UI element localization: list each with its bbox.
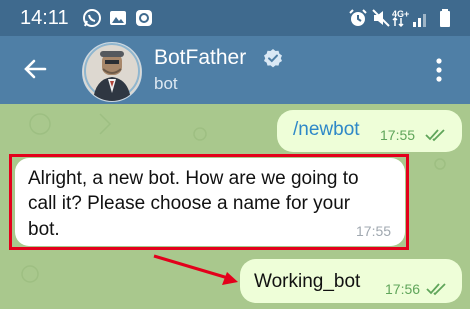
message-text: /newbot bbox=[293, 119, 360, 140]
message-outgoing[interactable]: Working_bot 17:56 bbox=[240, 259, 462, 303]
back-arrow-icon[interactable] bbox=[22, 56, 48, 82]
double-check-icon bbox=[426, 283, 446, 296]
verified-badge-icon bbox=[264, 49, 282, 68]
chat-subtitle: bot bbox=[154, 74, 178, 93]
status-time: 14:11 bbox=[20, 7, 69, 29]
mute-icon bbox=[372, 9, 390, 27]
highlight-box-annotation bbox=[9, 154, 409, 250]
signal-icon bbox=[413, 14, 426, 27]
message-outgoing[interactable]: /newbot 17:55 bbox=[277, 110, 462, 152]
avatar[interactable] bbox=[82, 42, 142, 102]
app-notification-icon bbox=[136, 10, 152, 26]
battery-icon bbox=[440, 9, 450, 27]
whatsapp-icon bbox=[83, 9, 101, 27]
botfather-avatar-image bbox=[83, 43, 141, 101]
message-time: 17:55 bbox=[380, 127, 416, 143]
gallery-icon bbox=[110, 11, 126, 25]
data-arrows-icon bbox=[392, 16, 404, 28]
message-time: 17:56 bbox=[385, 281, 421, 297]
double-check-icon bbox=[425, 129, 445, 142]
message-text: Working_bot bbox=[254, 271, 361, 292]
status-bar: 14:11 4G+ bbox=[0, 0, 470, 36]
alarm-icon bbox=[349, 9, 367, 26]
chat-header: BotFather bot bbox=[0, 36, 470, 104]
chat-title: BotFather bbox=[154, 46, 247, 69]
more-vertical-icon[interactable] bbox=[435, 58, 443, 82]
arrow-annotation bbox=[153, 254, 238, 285]
